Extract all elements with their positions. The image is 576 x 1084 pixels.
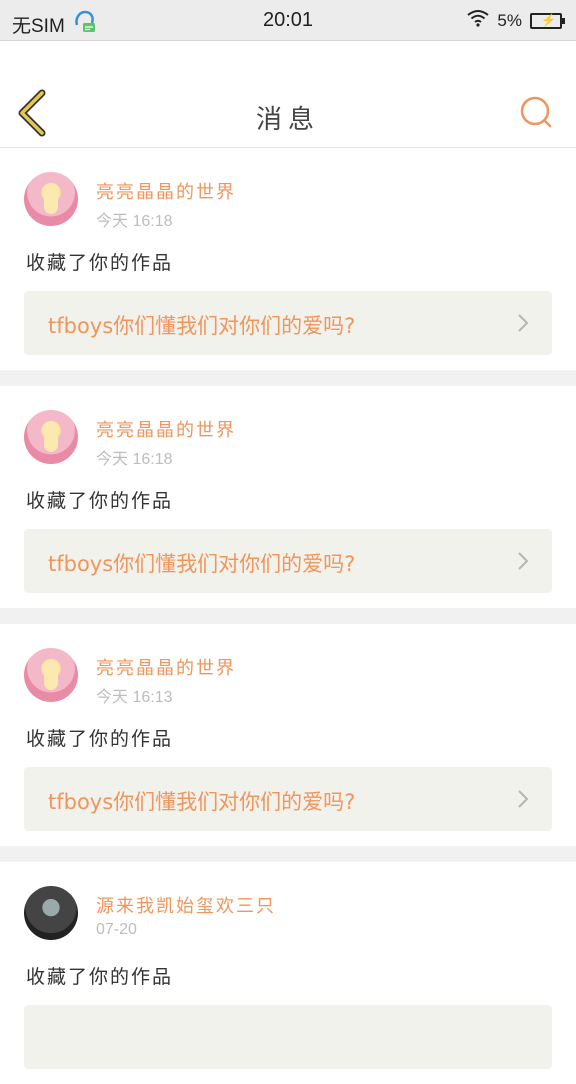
message-item: 亮亮晶晶的世界 今天 16:13 收藏了你的作品 tfboys你们懂我们对你们的…	[0, 624, 576, 846]
work-link[interactable]: tfboys你们懂我们对你们的爱吗?	[24, 767, 552, 831]
work-title: tfboys你们懂我们对你们的爱吗?	[48, 552, 356, 576]
message-time: 07-20	[96, 921, 137, 938]
work-link[interactable]: tfboys你们懂我们对你们的爱吗?	[24, 291, 552, 355]
avatar[interactable]	[24, 886, 78, 940]
message-list: 亮亮晶晶的世界 今天 16:18 收藏了你的作品 tfboys你们懂我们对你们的…	[0, 148, 576, 1084]
message-item: 源来我凯始玺欢三只 07-20 收藏了你的作品	[0, 862, 576, 1084]
search-icon[interactable]	[518, 94, 554, 130]
wifi-icon	[467, 9, 490, 32]
divider	[0, 608, 576, 624]
work-link[interactable]	[24, 1005, 552, 1069]
battery-icon: ⚡	[530, 12, 565, 29]
action-text: 收藏了你的作品	[26, 966, 174, 988]
username[interactable]: 亮亮晶晶的世界	[96, 654, 236, 680]
status-bar: 无SIM 20:01 5% ⚡	[0, 0, 576, 41]
work-title: tfboys你们懂我们对你们的爱吗?	[48, 790, 356, 814]
message-time: 今天 16:18	[96, 451, 173, 468]
avatar[interactable]	[24, 648, 78, 702]
username[interactable]: 源来我凯始玺欢三只	[96, 892, 276, 918]
username[interactable]: 亮亮晶晶的世界	[96, 178, 236, 204]
divider	[0, 846, 576, 862]
app-header: 消息	[0, 41, 576, 148]
work-title: tfboys你们懂我们对你们的爱吗?	[48, 314, 356, 338]
status-right: 5% ⚡	[467, 9, 565, 32]
chevron-right-icon	[518, 314, 529, 332]
message-item: 亮亮晶晶的世界 今天 16:18 收藏了你的作品 tfboys你们懂我们对你们的…	[0, 386, 576, 608]
action-text: 收藏了你的作品	[26, 728, 174, 750]
message-time: 今天 16:18	[96, 213, 173, 230]
chevron-right-icon	[518, 790, 529, 808]
avatar[interactable]	[24, 410, 78, 464]
battery-percent: 5%	[497, 10, 522, 30]
action-text: 收藏了你的作品	[26, 490, 174, 512]
username[interactable]: 亮亮晶晶的世界	[96, 416, 236, 442]
avatar[interactable]	[24, 172, 78, 226]
page-title: 消息	[255, 105, 320, 135]
action-text: 收藏了你的作品	[26, 252, 174, 274]
message-time: 今天 16:13	[96, 689, 173, 706]
work-link[interactable]: tfboys你们懂我们对你们的爱吗?	[24, 529, 552, 593]
message-item: 亮亮晶晶的世界 今天 16:18 收藏了你的作品 tfboys你们懂我们对你们的…	[0, 148, 576, 370]
chevron-right-icon	[518, 552, 529, 570]
divider	[0, 370, 576, 386]
